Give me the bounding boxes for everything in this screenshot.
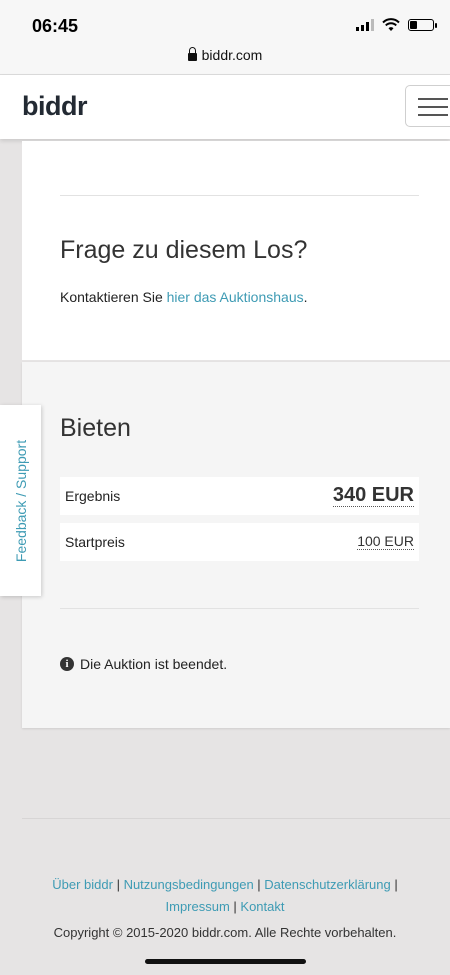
copyright-text: Copyright © 2015-2020 biddr.com. Alle Re… bbox=[53, 925, 397, 940]
footer-link-contact[interactable]: Kontakt bbox=[240, 899, 284, 914]
footer-links: Über biddr | Nutzungsbedingungen | Daten… bbox=[52, 877, 398, 914]
result-row: Ergebnis 340 EUR bbox=[60, 477, 419, 515]
info-circle-icon: i bbox=[60, 657, 74, 671]
start-price-label: Startpreis bbox=[65, 534, 125, 550]
feedback-support-tab[interactable]: Feedback / Support bbox=[0, 405, 41, 596]
result-value[interactable]: 340 EUR bbox=[332, 484, 414, 507]
signal-icon bbox=[356, 19, 374, 31]
auction-house-link[interactable]: hier das Auktionshaus bbox=[167, 289, 304, 305]
contact-text: Kontaktieren Sie hier das Auktionshaus. bbox=[60, 289, 308, 305]
status-icons bbox=[356, 18, 437, 32]
auction-ended-text: Die Auktion ist beendet. bbox=[80, 656, 228, 672]
feedback-support-label: Feedback / Support bbox=[12, 439, 29, 562]
status-bar: 06:45 bbox=[0, 0, 450, 44]
status-time: 06:45 bbox=[32, 16, 79, 36]
battery-icon bbox=[408, 19, 437, 31]
menu-button[interactable] bbox=[405, 85, 450, 127]
auction-ended-notice: i Die Auktion ist beendet. bbox=[60, 656, 227, 672]
question-title: Frage zu diesem Los? bbox=[60, 236, 308, 264]
result-label: Ergebnis bbox=[65, 488, 121, 504]
footer-link-about[interactable]: Über biddr bbox=[52, 877, 113, 892]
footer-link-imprint[interactable]: Impressum bbox=[166, 899, 230, 914]
footer-link-terms[interactable]: Nutzungsbedingungen bbox=[124, 877, 254, 892]
wifi-icon bbox=[382, 18, 400, 31]
footer-link-privacy[interactable]: Datenschutzerklärung bbox=[264, 877, 390, 892]
bid-title: Bieten bbox=[60, 414, 131, 442]
home-indicator[interactable] bbox=[145, 959, 306, 964]
site-header: biddr bbox=[0, 75, 450, 139]
lock-icon bbox=[187, 46, 197, 61]
start-price-row: Startpreis 100 EUR bbox=[60, 523, 419, 561]
divider bbox=[60, 608, 419, 609]
start-price-value[interactable]: 100 EUR bbox=[357, 533, 414, 551]
hamburger-icon bbox=[418, 98, 448, 100]
url-bar[interactable]: biddr.com bbox=[0, 44, 450, 75]
url-domain: biddr.com bbox=[201, 47, 263, 63]
footer-divider bbox=[22, 818, 450, 819]
divider bbox=[60, 195, 419, 196]
biddr-logo[interactable]: biddr bbox=[22, 91, 88, 122]
